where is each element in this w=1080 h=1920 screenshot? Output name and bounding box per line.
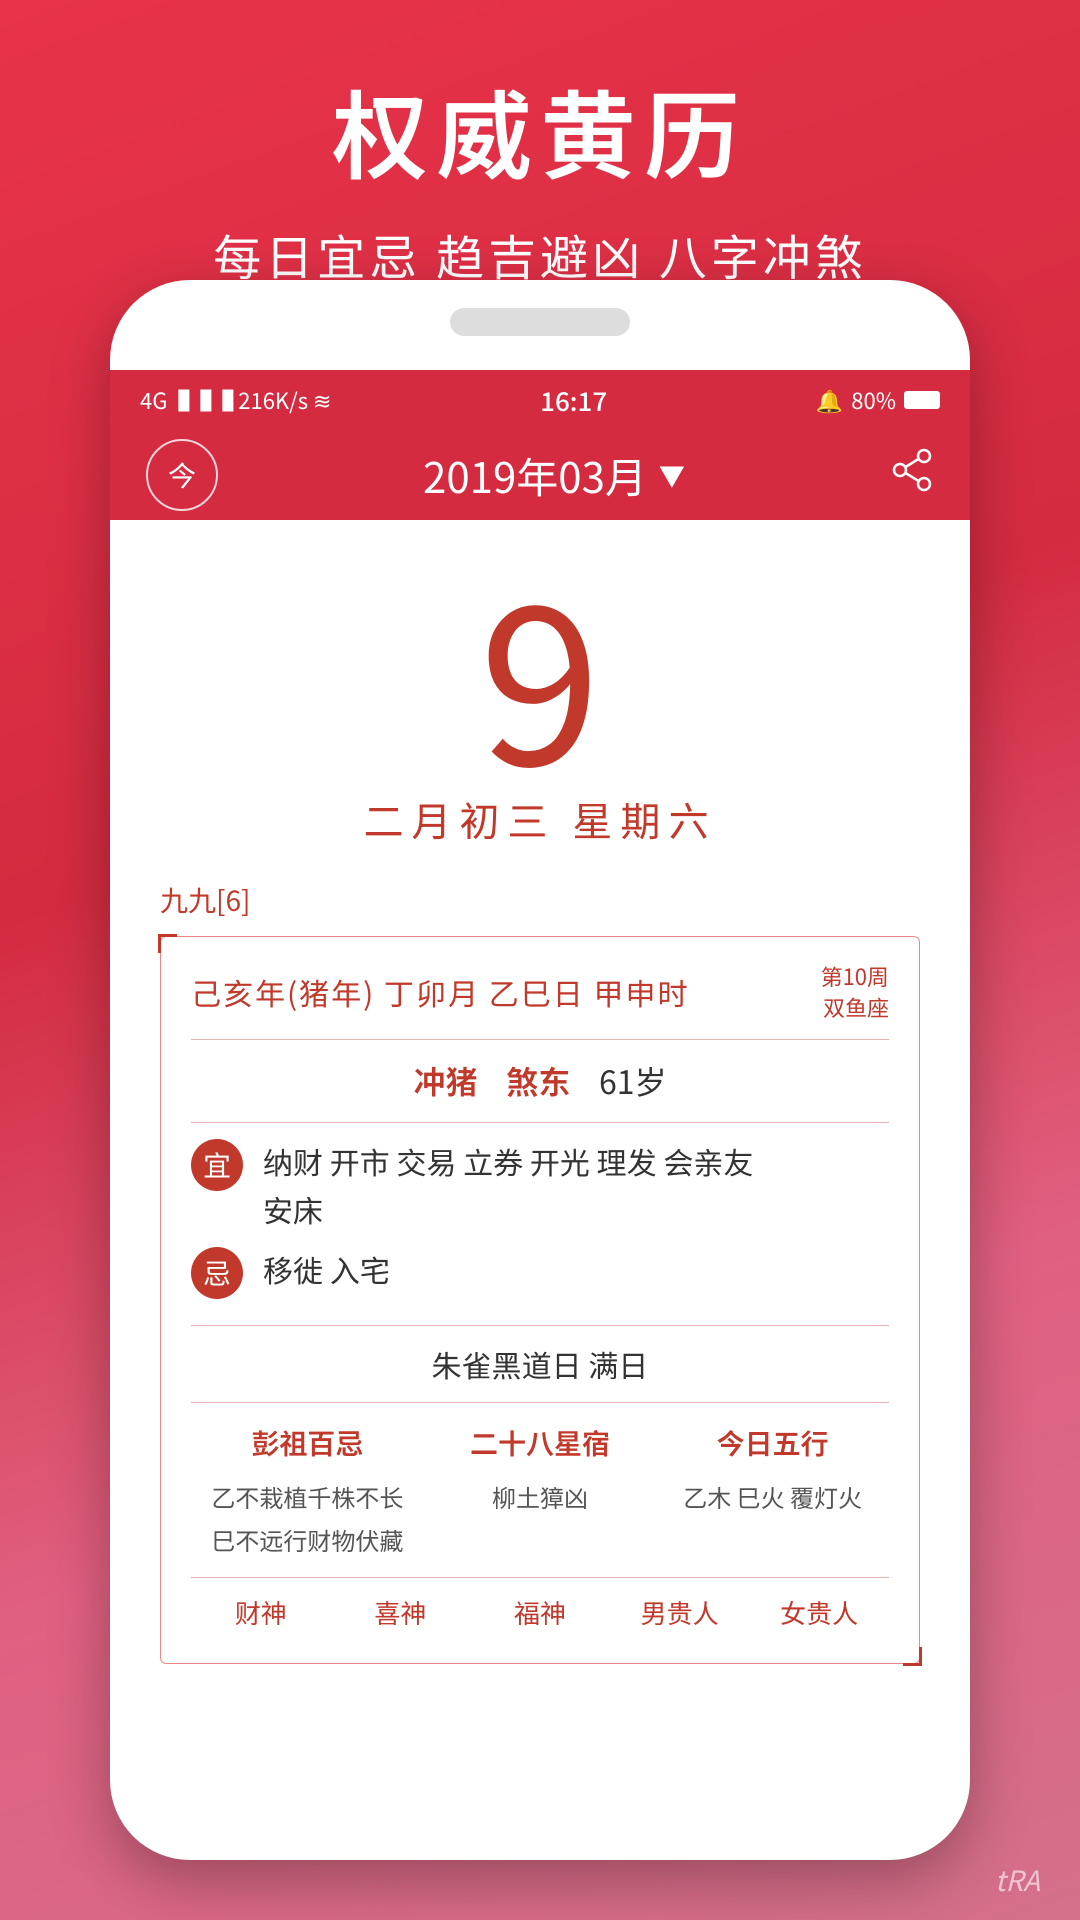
status-bar: 4G▐▐▐ 216K/s ≋ 16:17 🔔 80% (110, 370, 970, 430)
star28-title: 二十八星宿 (424, 1423, 657, 1463)
share-button[interactable] (890, 448, 934, 503)
footer-labels: 财神 喜神 福神 男贵人 女贵人 (191, 1578, 889, 1639)
wuxing-section: 今日五行 乙木 巳火 覆灯火 (656, 1423, 889, 1561)
month-title-text: 2019年03月 (423, 445, 647, 506)
day-number: 9 (110, 560, 970, 780)
info-card: 己亥年(猪年) 丁卯月 乙巳日 甲申时 第10周 双鱼座 冲猪 煞东 61岁 宜 (160, 936, 920, 1664)
phone-speaker (450, 308, 630, 336)
battery-icon (904, 391, 940, 409)
three-col-section: 彭祖百忌 乙不栽植千株不长巳不远行财物伏藏 二十八星宿 柳土獐凶 今日五行 乙木… (191, 1403, 889, 1578)
today-button[interactable]: 今 (146, 439, 218, 511)
footer-label-5: 女贵人 (749, 1594, 889, 1631)
phone-mockup: 4G▐▐▐ 216K/s ≋ 16:17 🔔 80% 今 2019年03月 ▼ (110, 280, 970, 1860)
week-zodiac: 第10周 双鱼座 (821, 961, 889, 1023)
pengzu-section: 彭祖百忌 乙不栽植千株不长巳不远行财物伏藏 (191, 1423, 424, 1561)
star28-content: 柳土獐凶 (424, 1475, 657, 1518)
age-text: 61岁 (599, 1058, 667, 1104)
date-display: 9 二月初三 星期六 (110, 520, 970, 868)
battery-text: 80% (851, 384, 896, 416)
status-time: 16:17 (540, 382, 607, 419)
star28-section: 二十八星宿 柳土獐凶 (424, 1423, 657, 1561)
yi-row: 宜 纳财 开市 交易 立券 开光 理发 会亲友安床 (191, 1137, 889, 1233)
yi-ji-section: 宜 纳财 开市 交易 立券 开光 理发 会亲友安床 忌 移徙 入宅 (191, 1123, 889, 1326)
lunar-date: 二月初三 星期六 (110, 790, 970, 848)
week-info: 第10周 (821, 960, 889, 992)
zodiac-info: 双鱼座 (823, 991, 889, 1023)
ji-content: 移徙 入宅 (263, 1245, 889, 1293)
ganzhi-row: 己亥年(猪年) 丁卯月 乙巳日 甲申时 第10周 双鱼座 (191, 961, 889, 1040)
calendar-info: 九九[6] 己亥年(猪年) 丁卯月 乙巳日 甲申时 第10周 双鱼座 冲猪 煞东… (110, 868, 970, 1664)
yi-content: 纳财 开市 交易 立券 开光 理发 会亲友安床 (263, 1137, 889, 1233)
footer-label-1: 财神 (191, 1594, 331, 1631)
ji-label: 忌 (203, 1253, 231, 1293)
watermark: tRA (995, 1860, 1040, 1900)
yi-badge: 宜 (191, 1139, 243, 1191)
footer-label-3: 福神 (470, 1594, 610, 1631)
ganzhi-text: 己亥年(猪年) 丁卯月 乙巳日 甲申时 (191, 970, 689, 1014)
status-left: 4G▐▐▐ 216K/s ≋ (140, 384, 331, 416)
nav-bar: 今 2019年03月 ▼ (110, 430, 970, 520)
status-right: 🔔 80% (816, 384, 940, 416)
today-label: 今 (168, 455, 196, 495)
wuxing-content: 乙木 巳火 覆灯火 (656, 1475, 889, 1518)
ji-badge: 忌 (191, 1247, 243, 1299)
nav-title[interactable]: 2019年03月 ▼ (423, 445, 685, 506)
pengzu-content: 乙不栽植千株不长巳不远行财物伏藏 (191, 1475, 424, 1561)
app-subtitle: 每日宜忌 趋吉避凶 八字冲煞 (0, 219, 1080, 289)
ji-row: 忌 移徙 入宅 (191, 1245, 889, 1299)
period-label: 九九[6] (160, 868, 920, 932)
special-day: 朱雀黑道日 满日 (191, 1326, 889, 1403)
chong-row: 冲猪 煞东 61岁 (191, 1040, 889, 1123)
footer-label-4: 男贵人 (610, 1594, 750, 1631)
footer-label-2: 喜神 (331, 1594, 471, 1631)
dropdown-arrow-icon: ▼ (659, 457, 685, 494)
signal-text: 4G▐▐▐ 216K/s ≋ (140, 384, 331, 416)
app-title: 权威黄历 (0, 60, 1080, 199)
yi-label: 宜 (203, 1145, 231, 1185)
chong-text: 冲猪 (414, 1058, 478, 1104)
alarm-icon: 🔔 (816, 384, 843, 416)
app-header: 权威黄历 每日宜忌 趋吉避凶 八字冲煞 (0, 0, 1080, 319)
sha-text: 煞东 (506, 1058, 570, 1104)
pengzu-title: 彭祖百忌 (191, 1423, 424, 1463)
wuxing-title: 今日五行 (656, 1423, 889, 1463)
